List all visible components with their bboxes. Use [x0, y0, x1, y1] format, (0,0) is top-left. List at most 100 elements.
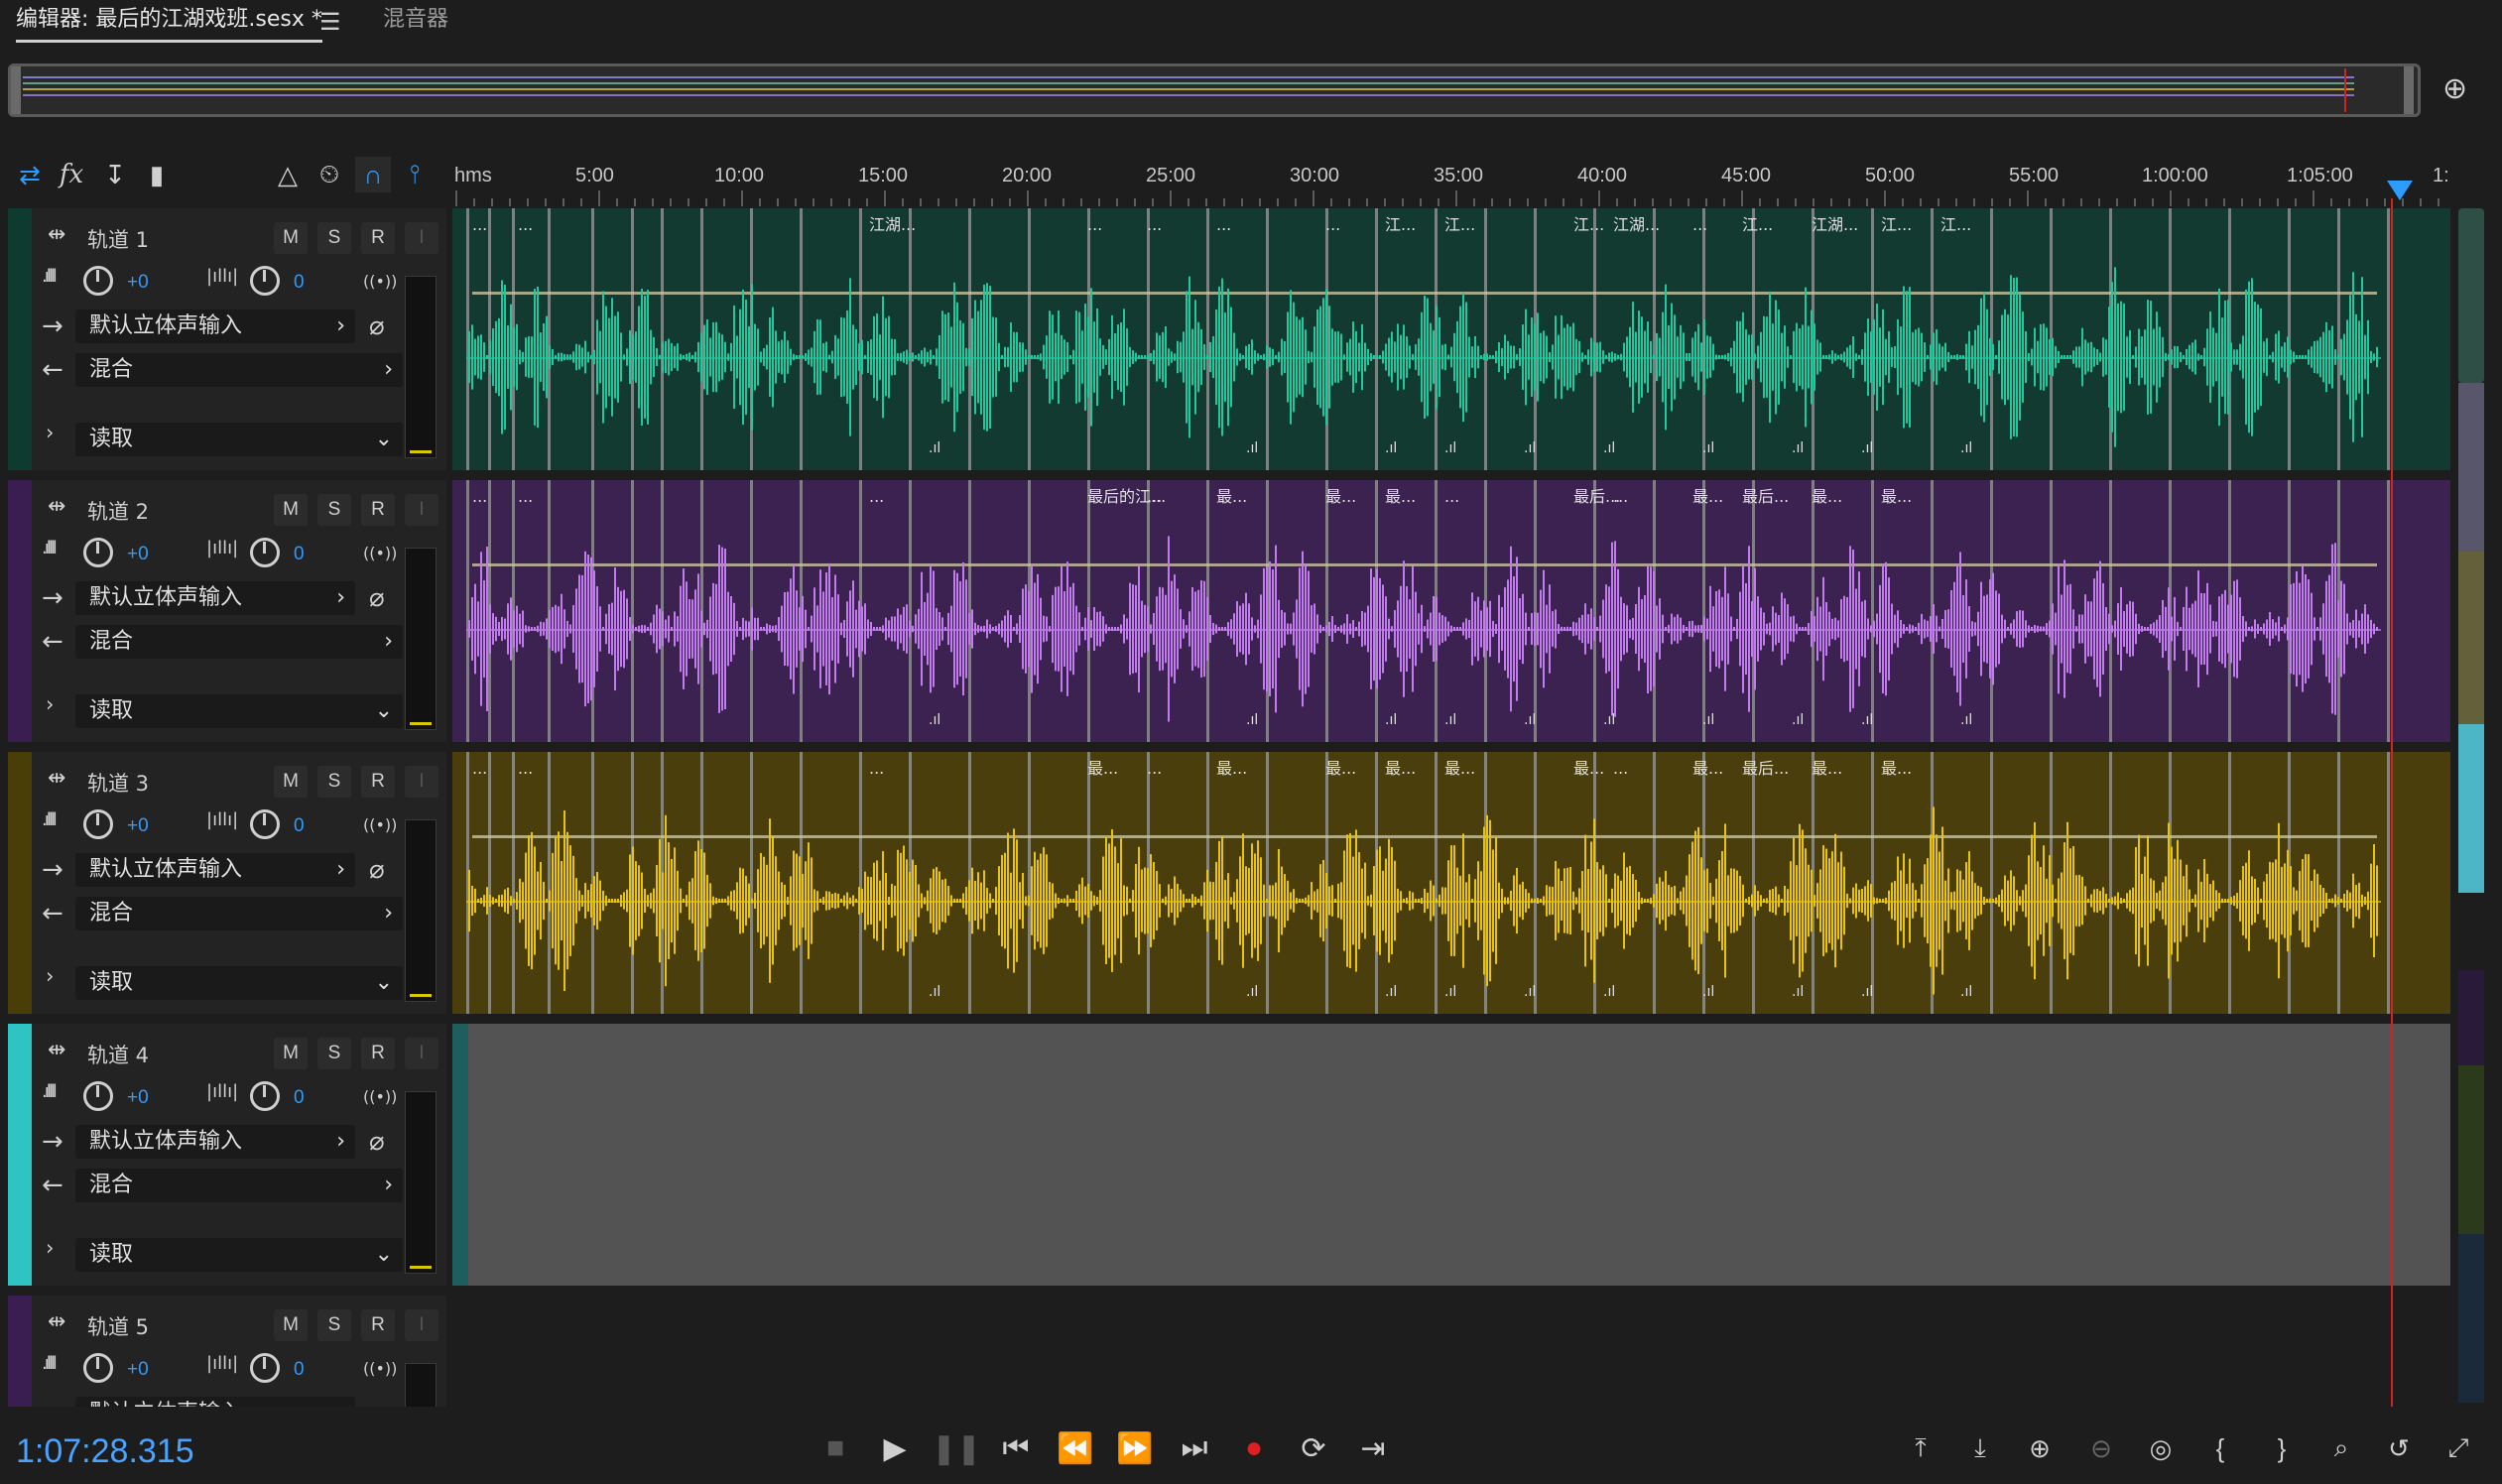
phase-invert-icon[interactable]: ⌀ — [369, 855, 385, 885]
track-name[interactable]: 轨道 1 — [87, 224, 149, 254]
volume-value[interactable]: +0 — [127, 272, 149, 294]
zoom-selection-icon[interactable]: ⌕ — [2319, 1428, 2363, 1468]
stereo-balance-icon[interactable]: ((•)) — [363, 1359, 397, 1378]
time-stretch-icon[interactable]: ⏲ — [312, 157, 347, 192]
mute-button[interactable]: M — [274, 1309, 308, 1341]
solo-button[interactable]: S — [317, 766, 351, 798]
stereo-balance-icon[interactable]: ((•)) — [363, 1087, 397, 1106]
stop-icon[interactable]: ■ — [815, 1428, 855, 1468]
input-selector[interactable]: 默认立体声输入› — [75, 1125, 355, 1159]
zoom-in-end-icon[interactable]: } — [2260, 1428, 2304, 1468]
track-header[interactable]: ⇹ 轨道 2 M S R I .ıllll +0 |ıllı| 0 ((•)) … — [8, 480, 446, 742]
track-header[interactable]: ⇹ 轨道 1 M S R I .ıllll +0 |ıllı| 0 ((•)) … — [8, 208, 446, 470]
volume-value[interactable]: +0 — [127, 815, 149, 837]
zoom-tracks-icon[interactable]: ⤢ — [2437, 1428, 2480, 1468]
track-header[interactable]: ⇹ 轨道 4 M S R I .ıllll +0 |ıllı| 0 ((•)) … — [8, 1024, 446, 1286]
track-drag-icon[interactable]: ⇹ — [48, 222, 65, 247]
record-arm-button[interactable]: R — [361, 494, 395, 526]
pan-knob[interactable] — [250, 266, 280, 296]
volume-knob[interactable] — [83, 1353, 113, 1383]
playhead-handle[interactable] — [2387, 181, 2413, 200]
play-icon[interactable]: ▶ — [875, 1428, 915, 1468]
solo-button[interactable]: S — [317, 222, 351, 254]
solo-button[interactable]: S — [317, 494, 351, 526]
track-drag-icon[interactable]: ⇹ — [48, 766, 65, 791]
mute-button[interactable]: M — [274, 494, 308, 526]
track-header[interactable]: ⇹ 轨道 3 M S R I .ıllll +0 |ıllı| 0 ((•)) … — [8, 752, 446, 1014]
panel-menu-icon[interactable]: ☰ — [319, 8, 341, 37]
record-arm-button[interactable]: R — [361, 766, 395, 798]
automation-mode-select[interactable]: 读取 ⌄ — [75, 694, 403, 728]
track-lane-4[interactable] — [452, 1024, 2450, 1286]
stereo-balance-icon[interactable]: ((•)) — [363, 544, 397, 562]
volume-knob[interactable] — [83, 266, 113, 296]
output-selector[interactable]: 混合 › — [75, 625, 403, 659]
zoom-out-amplitude-icon[interactable]: ⤓ — [1958, 1428, 2002, 1468]
session-overview[interactable] — [8, 63, 2421, 117]
input-monitor-button[interactable]: I — [405, 1309, 438, 1341]
track-lane-2[interactable]: ......... 最后的江...... 最... 最... 最...... 最后....… — [452, 480, 2450, 742]
expand-chevron-icon[interactable]: › — [46, 964, 54, 988]
pan-value[interactable]: 0 — [294, 1359, 305, 1381]
pan-value[interactable]: 0 — [294, 544, 305, 565]
pan-knob[interactable] — [250, 1353, 280, 1383]
mute-button[interactable]: M — [274, 222, 308, 254]
skip-selection-icon[interactable]: ⇥ — [1353, 1428, 1393, 1468]
eq-icon[interactable]: ▮ — [139, 157, 175, 192]
zoom-full-icon[interactable]: ◎ — [2139, 1428, 2183, 1468]
automation-mode-select[interactable]: 读取 ⌄ — [75, 1238, 403, 1272]
output-selector[interactable]: 混合 › — [75, 897, 403, 930]
zoom-reset-icon[interactable]: ↺ — [2377, 1428, 2421, 1468]
volume-knob[interactable] — [83, 538, 113, 567]
phase-invert-icon[interactable]: ⌀ — [369, 311, 385, 341]
record-arm-button[interactable]: R — [361, 1309, 395, 1341]
record-arm-button[interactable]: R — [361, 1038, 395, 1069]
expand-chevron-icon[interactable]: › — [46, 692, 54, 716]
output-selector[interactable]: 混合 › — [75, 353, 403, 387]
input-monitor-button[interactable]: I — [405, 222, 438, 254]
input-selector[interactable]: 默认立体声输入› — [75, 581, 355, 615]
track-drag-icon[interactable]: ⇹ — [48, 1038, 65, 1062]
pan-knob[interactable] — [250, 538, 280, 567]
timeline-ruler[interactable]: hms 5:00 10:00 15:00 20:00 25:00 30:00 3… — [452, 155, 2450, 206]
volume-value[interactable]: +0 — [127, 1359, 149, 1381]
zoom-in-time-icon[interactable]: ⊕ — [2018, 1428, 2062, 1468]
solo-button[interactable]: S — [317, 1309, 351, 1341]
fast-forward-icon[interactable]: ⏩ — [1115, 1428, 1155, 1468]
fx-icon[interactable]: fx — [54, 157, 89, 192]
phase-invert-icon[interactable]: ⌀ — [369, 1127, 385, 1157]
input-monitor-button[interactable]: I — [405, 766, 438, 798]
stereo-balance-icon[interactable]: ((•)) — [363, 815, 397, 834]
pan-value[interactable]: 0 — [294, 1087, 305, 1109]
volume-knob[interactable] — [83, 1081, 113, 1111]
send-icon[interactable]: ↧ — [97, 157, 133, 192]
mute-button[interactable]: M — [274, 1038, 308, 1069]
stereo-balance-icon[interactable]: ((•)) — [363, 272, 397, 291]
marker-icon[interactable]: ⫯ — [397, 157, 433, 192]
rewind-icon[interactable]: ⏪ — [1056, 1428, 1095, 1468]
input-selector[interactable]: 默认立体声输入› — [75, 1397, 355, 1407]
zoom-in-start-icon[interactable]: { — [2198, 1428, 2242, 1468]
input-monitor-button[interactable]: I — [405, 1038, 438, 1069]
mute-button[interactable]: M — [274, 766, 308, 798]
go-to-end-icon[interactable]: ⏭ — [1175, 1428, 1214, 1468]
automation-mode-select[interactable]: 读取 ⌄ — [75, 966, 403, 1000]
loop-icon[interactable]: ⟳ — [1294, 1428, 1333, 1468]
input-selector[interactable]: 默认立体声输入› — [75, 853, 355, 887]
volume-value[interactable]: +0 — [127, 544, 149, 565]
expand-chevron-icon[interactable]: › — [46, 421, 54, 444]
pan-knob[interactable] — [250, 1081, 280, 1111]
tab-editor[interactable]: 编辑器: 最后的江湖戏班.sesx * — [16, 0, 322, 43]
switch-arrows-icon[interactable]: ⇄ — [12, 157, 48, 192]
track-name[interactable]: 轨道 3 — [87, 768, 149, 798]
tab-mixer[interactable]: 混音器 — [383, 0, 448, 56]
track-name[interactable]: 轨道 5 — [87, 1311, 149, 1341]
track-drag-icon[interactable]: ⇹ — [48, 494, 65, 519]
pan-knob[interactable] — [250, 809, 280, 839]
track-lane-5[interactable] — [452, 1296, 2450, 1407]
pause-icon[interactable]: ❚❚ — [932, 1428, 981, 1468]
snap-magnet-icon[interactable]: ∩ — [355, 157, 391, 192]
track-drag-icon[interactable]: ⇹ — [48, 1309, 65, 1334]
pan-value[interactable]: 0 — [294, 272, 305, 294]
vertical-track-scroll[interactable] — [2454, 208, 2488, 1415]
